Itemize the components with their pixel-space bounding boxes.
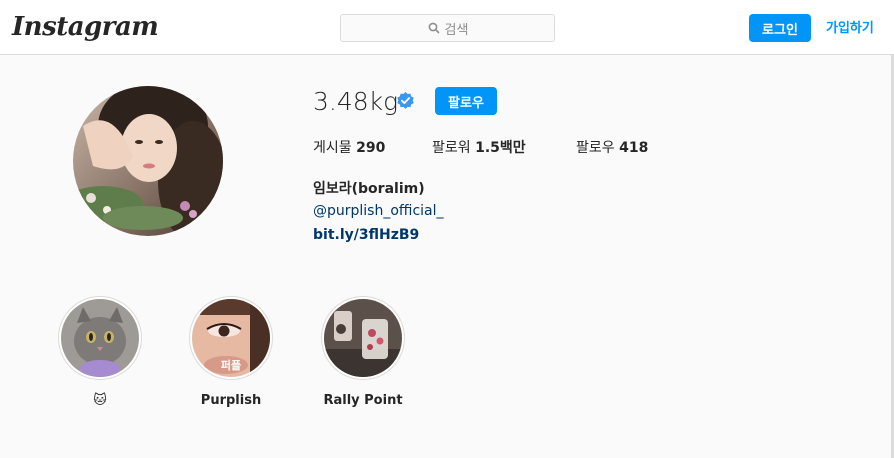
profile-avatar[interactable] bbox=[73, 86, 223, 236]
posts-count: 290 bbox=[356, 140, 386, 156]
highlight-ring bbox=[58, 296, 142, 380]
search-placeholder: 검색 bbox=[444, 22, 469, 38]
followers-count: 1.5백만 bbox=[475, 140, 526, 156]
profile-full-name: 임보라(boralim) bbox=[313, 181, 425, 197]
highlight-label: Purplish bbox=[200, 393, 262, 408]
highlight-ring: 퍼플 bbox=[189, 296, 273, 380]
story-highlight[interactable]: 🐱 bbox=[58, 296, 142, 408]
story-highlight[interactable]: Rally Point bbox=[321, 296, 405, 408]
top-nav: Instagram 검색 로그인 가입하기 bbox=[0, 0, 894, 55]
signup-link[interactable]: 가입하기 bbox=[826, 17, 874, 36]
search-input[interactable]: 검색 bbox=[340, 14, 555, 42]
login-button[interactable]: 로그인 bbox=[749, 14, 811, 42]
instagram-logo[interactable]: Instagram bbox=[12, 12, 159, 42]
highlight-cover-eye: 퍼플 bbox=[192, 299, 270, 377]
posts-stat: 게시물 290 bbox=[313, 137, 385, 157]
followers-stat[interactable]: 팔로워 1.5백만 bbox=[432, 137, 526, 157]
search-icon bbox=[428, 22, 439, 34]
verified-badge-icon bbox=[397, 91, 414, 109]
avatar-image bbox=[73, 86, 223, 236]
follow-button[interactable]: 팔로우 bbox=[435, 87, 497, 115]
highlight-overlay-text: 퍼플 bbox=[220, 359, 242, 372]
following-count: 418 bbox=[619, 140, 649, 156]
posts-label: 게시물 bbox=[313, 140, 352, 156]
highlight-cover-cat bbox=[61, 299, 139, 377]
profile-username: 3.48kg bbox=[313, 87, 399, 116]
highlight-label: Rally Point bbox=[323, 393, 403, 408]
highlight-cover-drinks bbox=[324, 299, 402, 377]
following-label: 팔로우 bbox=[576, 140, 615, 156]
bio-external-link[interactable]: bit.ly/3flHzB9 bbox=[313, 227, 419, 243]
bio-mention-link[interactable]: @purplish_official_ bbox=[313, 203, 444, 219]
story-highlight[interactable]: 퍼플 Purplish bbox=[189, 296, 273, 408]
highlight-label: 🐱 bbox=[93, 393, 107, 408]
highlight-ring bbox=[321, 296, 405, 380]
following-stat[interactable]: 팔로우 418 bbox=[576, 137, 648, 157]
followers-label: 팔로워 bbox=[432, 140, 471, 156]
